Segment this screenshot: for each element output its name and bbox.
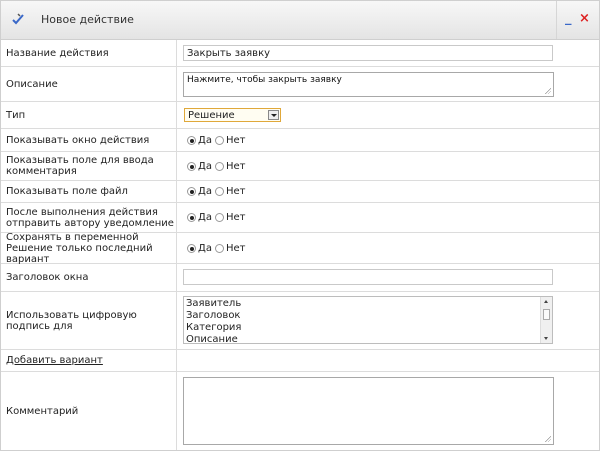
radio-yes-label: Да [198,243,212,254]
keep-last-variant-label: Сохранять в переменной Решение только по… [1,232,177,265]
radio-no-label: Нет [225,186,246,197]
row-action-name: Название действия [1,40,599,67]
row-keep-last-variant: Сохранять в переменной Решение только по… [1,232,599,265]
action-name-label: Название действия [1,40,177,66]
title-bar: Новое действие _ × [1,1,599,40]
dialog-title: Новое действие [41,13,134,26]
show-action-window-label: Показывать окно действия [1,129,177,151]
add-variant-cell: Добавить вариант [1,350,177,371]
row-show-comment-field: Показывать поле для ввода комментария Да… [1,152,599,181]
new-action-dialog: Новое действие _ × Название действия Опи… [0,0,600,451]
radio-no[interactable] [214,136,224,145]
notify-author-radios: Да Нет [187,212,248,223]
digital-signature-listbox[interactable]: Заявитель Заголовок Категория Описание [183,296,553,344]
list-item[interactable]: Заявитель [186,298,241,309]
minimize-icon[interactable]: _ [565,12,572,26]
row-add-variant: Добавить вариант [1,350,599,372]
resize-grip-icon[interactable] [544,87,551,94]
show-comment-field-radios: Да Нет [187,161,248,172]
chevron-down-icon[interactable] [268,110,279,120]
row-show-file-field: Показывать поле файл Да Нет [1,181,599,203]
row-show-action-window: Показывать окно действия Да Нет [1,129,599,152]
comment-textarea[interactable] [183,377,554,445]
radio-yes[interactable] [187,187,196,196]
radio-no[interactable] [214,162,224,171]
row-type: Тип Решение [1,102,599,129]
radio-no-label: Нет [225,243,246,254]
type-select-value: Решение [188,110,235,121]
pencil-check-icon [12,13,24,25]
window-controls: _ × [556,1,599,39]
radio-yes-label: Да [198,135,212,146]
radio-no-label: Нет [225,212,246,223]
row-description: Описание Нажмите, чтобы закрыть заявку [1,67,599,102]
resize-grip-icon[interactable] [544,435,551,442]
row-digital-signature: Использовать цифровую подпись для Заявит… [1,292,599,350]
notify-author-label: После выполнения действия отправить авто… [1,203,177,232]
radio-no[interactable] [214,213,224,222]
row-comment: Комментарий [1,372,599,450]
list-item[interactable]: Категория [186,322,241,333]
row-window-header: Заголовок окна [1,264,599,292]
radio-yes[interactable] [187,213,196,222]
window-header-label: Заголовок окна [1,264,177,291]
show-comment-field-label: Показывать поле для ввода комментария [1,152,177,180]
radio-no[interactable] [214,187,224,196]
list-item[interactable]: Описание [186,334,238,343]
row-notify-author: После выполнения действия отправить авто… [1,203,599,233]
keep-last-variant-radios: Да Нет [187,243,248,254]
list-item[interactable]: Заголовок [186,310,240,321]
scroll-down-icon[interactable] [541,333,552,343]
scroll-up-icon[interactable] [541,297,552,307]
radio-yes[interactable] [187,136,196,145]
description-label: Описание [1,67,177,101]
radio-yes-label: Да [198,212,212,223]
close-icon[interactable]: × [579,12,590,26]
show-file-field-label: Показывать поле файл [1,181,177,202]
digital-signature-label: Использовать цифровую подпись для [1,292,177,349]
scroll-thumb[interactable] [543,309,550,320]
description-textarea[interactable]: Нажмите, чтобы закрыть заявку [183,72,554,97]
action-name-input[interactable] [183,45,553,61]
comment-label: Комментарий [1,372,177,450]
radio-no-label: Нет [225,135,246,146]
type-label: Тип [1,102,177,128]
add-variant-empty-cell [178,350,599,371]
radio-yes[interactable] [187,162,196,171]
radio-no[interactable] [214,244,224,253]
window-header-input[interactable] [183,269,553,285]
radio-yes[interactable] [187,244,196,253]
radio-no-label: Нет [225,161,246,172]
listbox-scrollbar[interactable] [540,297,552,343]
radio-yes-label: Да [198,186,212,197]
type-select[interactable]: Решение [184,108,281,122]
show-file-field-radios: Да Нет [187,186,248,197]
add-variant-link[interactable]: Добавить вариант [6,355,103,366]
radio-yes-label: Да [198,161,212,172]
description-value: Нажмите, чтобы закрыть заявку [187,75,342,85]
show-action-window-radios: Да Нет [187,135,248,146]
